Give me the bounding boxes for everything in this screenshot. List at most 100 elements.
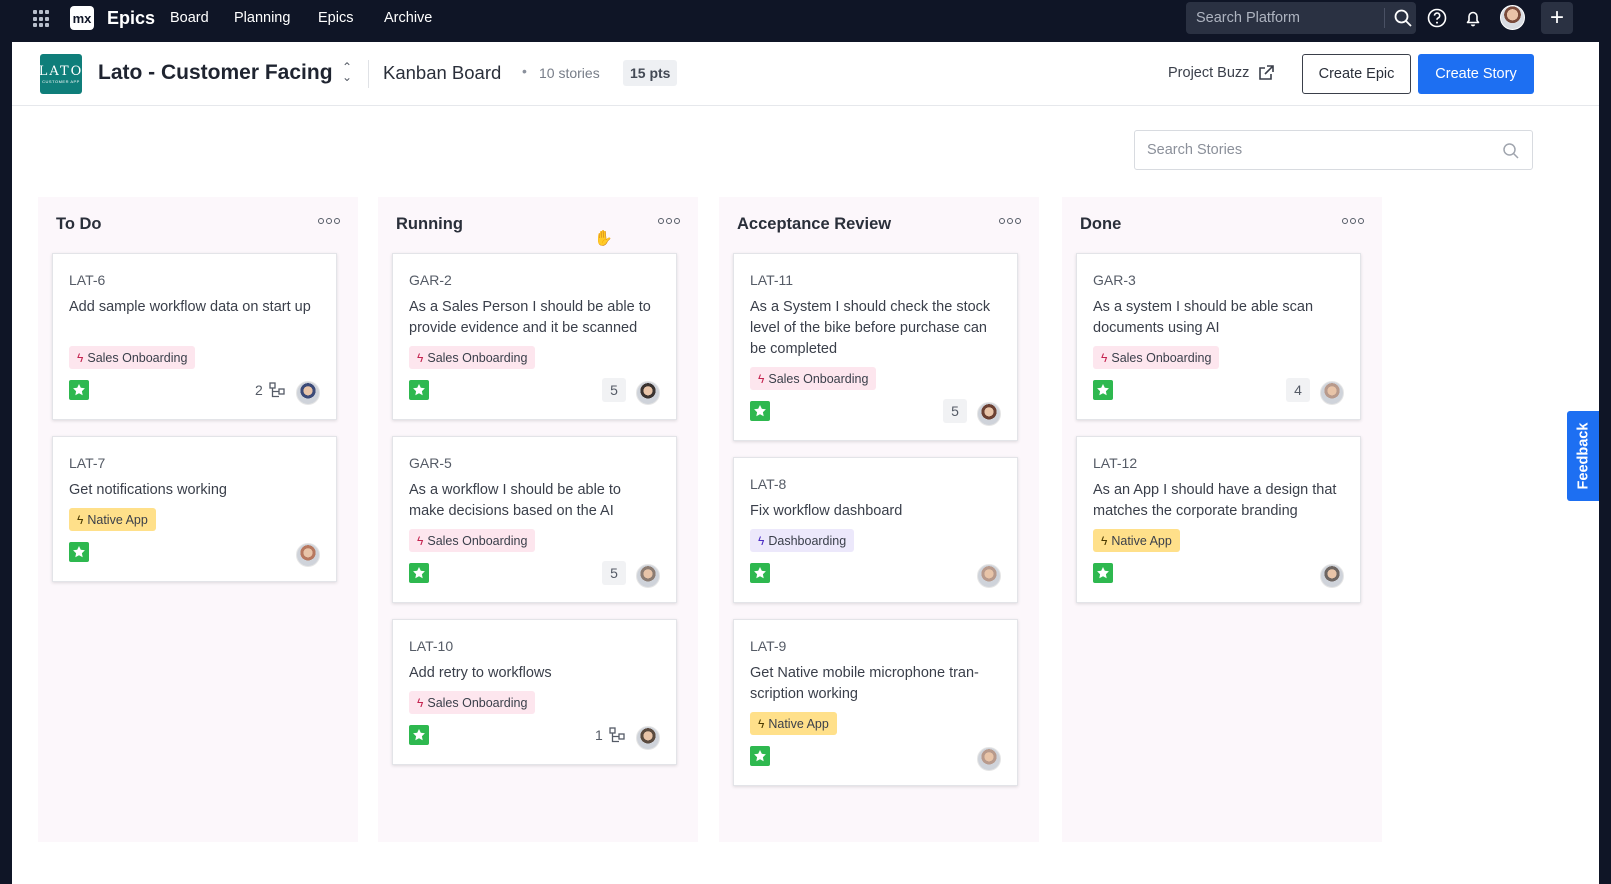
assignee-avatar[interactable] <box>977 564 1001 588</box>
assignee-avatar[interactable] <box>296 381 320 405</box>
create-story-button[interactable]: Create Story <box>1418 54 1534 94</box>
epic-tag[interactable]: ϟ Native App <box>750 712 837 735</box>
story-title: As a workflow I should be able to make d… <box>409 482 621 519</box>
epic-tag-label: Sales Onboarding <box>87 350 188 365</box>
divider <box>368 60 369 88</box>
star-icon <box>750 563 770 583</box>
project-logo: LATO CUSTOMER APP <box>39 54 82 94</box>
assignee-avatar[interactable] <box>296 543 320 567</box>
subtasks-number: 2 <box>255 382 263 398</box>
platform-search-input[interactable] <box>1186 10 1376 26</box>
story-title: Get notifications working <box>69 482 227 498</box>
search-icon[interactable] <box>1393 8 1413 28</box>
story-card[interactable]: LAT-7 Get notifications working ϟ Native … <box>52 436 337 582</box>
story-card[interactable]: LAT-11 As a System I should check the st… <box>733 253 1018 441</box>
star-icon <box>750 401 770 421</box>
nav-link-planning[interactable]: Planning <box>234 10 290 26</box>
epic-tag[interactable]: ϟ Sales Onboarding <box>69 346 196 369</box>
more-options-icon[interactable] <box>999 215 1021 227</box>
project-buzz-link[interactable]: Project Buzz <box>1168 64 1275 82</box>
story-points: 5 <box>602 561 626 585</box>
story-title: Fix workflow dashboard <box>750 503 903 519</box>
star-icon <box>1093 380 1113 400</box>
story-card[interactable]: GAR-3 As a system I should be able scan … <box>1076 253 1361 420</box>
story-title: As a Sales Person I should be able to pr… <box>409 299 651 336</box>
epic-tag-label: Native App <box>768 716 829 731</box>
lightning-icon: ϟ <box>1101 350 1108 365</box>
story-card[interactable]: LAT-10 Add retry to workflows ϟ Sales Onb… <box>392 619 677 765</box>
epic-tag[interactable]: ϟ Sales Onboarding <box>1093 346 1220 369</box>
star-icon <box>409 563 429 583</box>
assignee-avatar[interactable] <box>636 726 660 750</box>
chevron-updown-icon[interactable]: ⌃ ⌄ <box>342 61 352 83</box>
assignee-avatar[interactable] <box>977 747 1001 771</box>
lightning-icon: ϟ <box>77 512 84 527</box>
star-icon <box>69 380 89 400</box>
nav-link-epics[interactable]: Epics <box>318 10 353 26</box>
epic-tag-label: Sales Onboarding <box>427 695 528 710</box>
epic-tag[interactable]: ϟ Native App <box>69 508 156 531</box>
divider <box>1384 8 1385 28</box>
story-points: 4 <box>1286 378 1310 402</box>
epic-tag-label: Native App <box>87 512 148 527</box>
story-id: LAT-8 <box>750 476 787 492</box>
epic-tag[interactable]: ϟ Sales Onboarding <box>409 346 536 369</box>
more-options-icon[interactable] <box>658 215 680 227</box>
assignee-avatar[interactable] <box>636 381 660 405</box>
epic-tag[interactable]: ϟ Dashboarding <box>750 529 855 552</box>
mx-logo[interactable]: mx <box>70 6 94 30</box>
star-icon <box>750 746 770 766</box>
app-grid-icon[interactable] <box>33 10 51 28</box>
epic-tag[interactable]: ϟ Native App <box>1093 529 1180 552</box>
assignee-avatar[interactable] <box>1320 381 1344 405</box>
project-buzz-label: Project Buzz <box>1168 65 1250 81</box>
epic-tag[interactable]: ϟ Sales Onboarding <box>409 691 536 714</box>
epic-tag[interactable]: ϟ Sales Onboarding <box>750 367 877 390</box>
lightning-icon: ϟ <box>417 350 424 365</box>
add-button[interactable]: + <box>1541 2 1573 34</box>
user-avatar[interactable] <box>1500 5 1525 30</box>
more-options-icon[interactable] <box>1342 215 1364 227</box>
lightning-icon: ϟ <box>417 533 424 548</box>
column-title: Acceptance Review <box>737 215 892 233</box>
search-icon[interactable] <box>1502 142 1520 160</box>
story-card[interactable]: LAT-9 Get Native mobile microphone tran-… <box>733 619 1018 786</box>
create-epic-button[interactable]: Create Epic <box>1302 54 1411 94</box>
dot-separator: • <box>522 63 527 79</box>
epic-tag[interactable]: ϟ Sales Onboarding <box>409 529 536 552</box>
stories-count: 10 stories <box>539 65 600 81</box>
assignee-avatar[interactable] <box>977 402 1001 426</box>
hand-cursor-icon: ✋ <box>594 230 613 247</box>
nav-link-archive[interactable]: Archive <box>384 10 432 26</box>
story-id: GAR-5 <box>409 455 452 471</box>
story-card[interactable]: LAT-12 As an App I should have a design … <box>1076 436 1361 603</box>
nav-link-board[interactable]: Board <box>170 10 209 26</box>
story-card[interactable]: LAT-8 Fix workflow dashboard ϟ Dashboardi… <box>733 457 1018 603</box>
external-link-icon <box>1259 65 1275 80</box>
story-card[interactable]: GAR-5 As a workflow I should be able to … <box>392 436 677 603</box>
story-card[interactable]: LAT-6 Add sample workflow data on start … <box>52 253 337 420</box>
column-title: To Do <box>56 215 102 233</box>
more-options-icon[interactable] <box>318 215 340 227</box>
feedback-tab[interactable]: Feedback <box>1567 411 1599 501</box>
lightning-icon: ϟ <box>758 716 765 731</box>
points-badge: 15 pts <box>623 60 678 86</box>
story-id: LAT-11 <box>750 272 794 288</box>
column-done: Done GAR-3 As a system I should be able … <box>1062 197 1382 842</box>
help-icon[interactable] <box>1426 7 1448 29</box>
board-title: Kanban Board <box>383 62 502 83</box>
project-title[interactable]: Lato - Customer Facing <box>98 61 333 85</box>
subtasks-number: 1 <box>595 727 603 743</box>
assignee-avatar[interactable] <box>1320 564 1344 588</box>
feedback-label: Feedback <box>1575 422 1591 490</box>
star-icon <box>409 725 429 745</box>
bell-icon[interactable] <box>1462 7 1484 29</box>
star-icon <box>409 380 429 400</box>
story-search-input[interactable] <box>1135 142 1485 158</box>
star-icon <box>69 542 89 562</box>
story-card[interactable]: GAR-2 As a Sales Person I should be able… <box>392 253 677 420</box>
story-id: LAT-7 <box>69 455 106 471</box>
assignee-avatar[interactable] <box>636 564 660 588</box>
column-running: Running GAR-2 As a Sales Person I should… <box>378 197 698 842</box>
epic-tag-label: Sales Onboarding <box>427 350 528 365</box>
